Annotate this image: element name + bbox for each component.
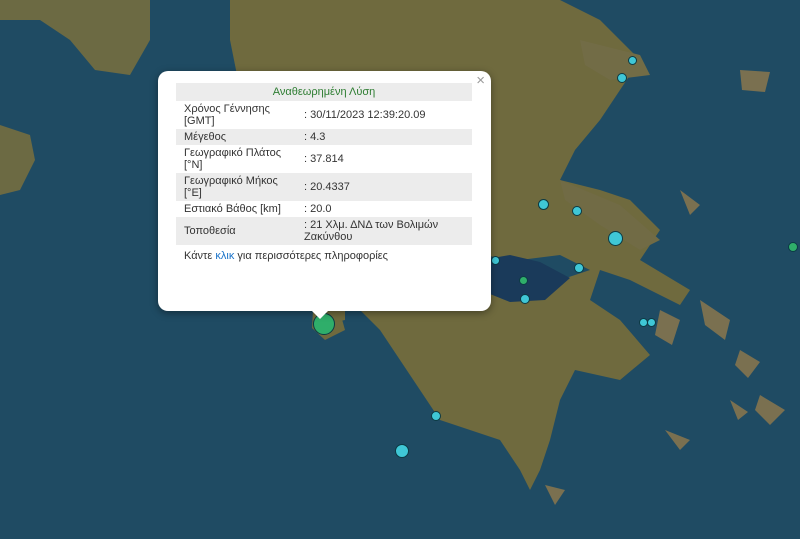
- origin-time-value: : 30/11/2023 12:39:20.09: [304, 109, 426, 121]
- longitude-label: Γεωγραφικό Μήκος [°E]: [184, 175, 278, 199]
- footer-suffix: για περισσότερες πληροφορίες: [234, 250, 388, 262]
- close-icon[interactable]: ×: [476, 73, 485, 89]
- table-row: Γεωγραφικό Μήκος [°E] : 20.4337: [176, 173, 472, 201]
- magnitude-label: Μέγεθος: [184, 131, 227, 143]
- popup-footer-row: Κάντε κλικ για περισσότερες πληροφορίες: [176, 245, 472, 264]
- popup-title-row: Αναθεωρημένη Λύση: [176, 83, 472, 101]
- earthquake-marker[interactable]: [520, 294, 530, 304]
- land-island-6: [740, 70, 770, 92]
- depth-value: : 20.0: [304, 203, 332, 215]
- earthquake-marker[interactable]: [628, 56, 637, 65]
- earthquake-popup: × Αναθεωρημένη Λύση Χρόνος Γέννησης [GMT…: [158, 71, 491, 311]
- map[interactable]: × Αναθεωρημένη Λύση Χρόνος Γέννησης [GMT…: [0, 0, 800, 539]
- earthquake-marker[interactable]: [431, 411, 441, 421]
- latitude-label: Γεωγραφικό Πλάτος [°N]: [184, 147, 282, 171]
- earthquake-marker[interactable]: [647, 318, 656, 327]
- magnitude-value: : 4.3: [304, 131, 326, 143]
- popup-table: Αναθεωρημένη Λύση Χρόνος Γέννησης [GMT] …: [176, 83, 472, 264]
- earthquake-marker[interactable]: [574, 263, 584, 273]
- earthquake-marker[interactable]: [617, 73, 627, 83]
- table-row: Μέγεθος : 4.3: [176, 129, 472, 145]
- more-info-link[interactable]: κλικ: [215, 250, 234, 262]
- latitude-value: : 37.814: [304, 153, 344, 165]
- footer-prefix: Κάντε: [184, 250, 216, 262]
- earthquake-marker[interactable]: [395, 444, 409, 458]
- earthquake-marker[interactable]: [491, 256, 500, 265]
- earthquake-marker[interactable]: [788, 242, 798, 252]
- location-value: : 21 Χλμ. ΔΝΔ των Βολιμών Ζακύνθου: [304, 219, 439, 243]
- earthquake-marker[interactable]: [519, 276, 528, 285]
- origin-time-label: Χρόνος Γέννησης [GMT]: [184, 103, 270, 127]
- popup-footer: Κάντε κλικ για περισσότερες πληροφορίες: [176, 245, 472, 264]
- depth-label: Εστιακό Βάθος [km]: [184, 203, 281, 215]
- table-row: Τοποθεσία : 21 Χλμ. ΔΝΔ των Βολιμών Ζακύ…: [176, 217, 472, 245]
- table-row: Γεωγραφικό Πλάτος [°N] : 37.814: [176, 145, 472, 173]
- table-row: Εστιακό Βάθος [km] : 20.0: [176, 201, 472, 217]
- popup-title: Αναθεωρημένη Λύση: [272, 86, 376, 98]
- location-label: Τοποθεσία: [184, 225, 236, 237]
- earthquake-marker[interactable]: [538, 199, 549, 210]
- table-row: Χρόνος Γέννησης [GMT] : 30/11/2023 12:39…: [176, 101, 472, 129]
- popup-tip: [310, 309, 330, 319]
- earthquake-marker[interactable]: [608, 231, 623, 246]
- longitude-value: : 20.4337: [304, 181, 350, 193]
- earthquake-marker[interactable]: [572, 206, 582, 216]
